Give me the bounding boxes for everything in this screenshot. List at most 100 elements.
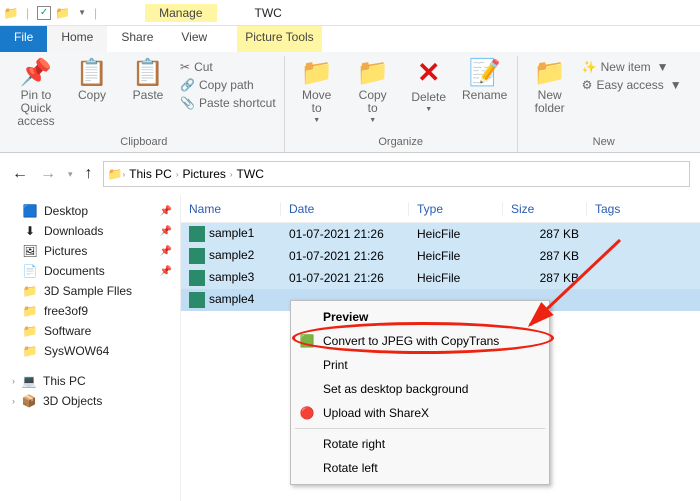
tab-picture-tools[interactable]: Picture Tools <box>237 26 321 52</box>
chevron-icon: › <box>12 376 15 386</box>
pin-icon: 📌 <box>160 206 172 217</box>
chevron-icon: › <box>12 396 15 406</box>
nav-icon: 📁 <box>22 344 38 358</box>
cut-button[interactable]: ✂Cut <box>180 60 276 74</box>
tab-home[interactable]: Home <box>47 26 107 52</box>
nav-label: Desktop <box>44 204 88 218</box>
easy-access-button[interactable]: ⚙Easy access▼ <box>582 78 682 92</box>
label: Paste <box>133 89 164 102</box>
nav-item[interactable]: 📁3D Sample Flles <box>4 281 176 301</box>
crumb[interactable]: Pictures <box>179 167 230 181</box>
new-folder-button[interactable]: 📁 New folder <box>526 58 574 115</box>
properties-icon[interactable]: ✓ <box>37 6 51 20</box>
nav-label: free3of9 <box>44 304 88 318</box>
qat-dropdown-icon[interactable]: ▼ <box>78 8 86 17</box>
nav-item[interactable]: ⬇Downloads📌 <box>4 221 176 241</box>
col-size[interactable]: Size <box>503 202 587 216</box>
label: New item <box>601 60 651 74</box>
menu-item-set-desktop-bg[interactable]: Set as desktop background <box>293 377 547 401</box>
file-row[interactable]: sample201-07-2021 21:26HeicFile287 KB <box>181 245 700 267</box>
file-date: 01-07-2021 21:26 <box>281 271 409 285</box>
nav-icon: 📁 <box>22 284 38 298</box>
copy-icon: 📋 <box>76 58 108 87</box>
nav-icon: 📁 <box>22 324 38 338</box>
app-icon: 📁 <box>0 6 22 20</box>
col-tags[interactable]: Tags <box>587 202 647 216</box>
delete-button[interactable]: ✕ Delete ▼ <box>405 58 453 114</box>
nav-icon: 🟦 <box>22 204 38 218</box>
nav-item[interactable]: 📁SysWOW64 <box>4 341 176 361</box>
crumb[interactable]: TWC <box>233 167 268 181</box>
label: Print <box>323 358 348 372</box>
paste-shortcut-button[interactable]: 📎Paste shortcut <box>180 96 276 110</box>
tab-share[interactable]: Share <box>107 26 167 52</box>
forward-button[interactable]: → <box>38 165 58 183</box>
col-date[interactable]: Date <box>281 202 409 216</box>
nav-label: Pictures <box>44 244 87 258</box>
back-button[interactable]: ← <box>10 165 30 183</box>
scissors-icon: ✂ <box>180 60 190 74</box>
nav-item[interactable]: 📁free3of9 <box>4 301 176 321</box>
label: Convert to JPEG with CopyTrans <box>323 334 499 348</box>
pin-icon: 📌 <box>160 226 172 237</box>
chevron-down-icon: ▼ <box>425 106 432 114</box>
folder-icon: 📁 <box>533 58 565 87</box>
nav-item[interactable]: 📄Documents📌 <box>4 261 176 281</box>
menu-item-print[interactable]: Print <box>293 353 547 377</box>
file-icon <box>189 270 205 286</box>
paste-button[interactable]: 📋 Paste <box>124 58 172 102</box>
column-headers: Name Date Type Size Tags <box>181 195 700 223</box>
copy-to-button[interactable]: 📁 Copy to ▼ <box>349 58 397 125</box>
manage-context-tab[interactable]: Manage <box>145 4 216 22</box>
address-bar[interactable]: 📁 › This PC › Pictures › TWC <box>103 161 690 187</box>
nav-label: 3D Objects <box>43 394 102 408</box>
col-name[interactable]: Name <box>181 202 281 216</box>
file-row[interactable]: sample301-07-2021 21:26HeicFile287 KB <box>181 267 700 289</box>
file-type: HeicFile <box>409 227 503 241</box>
file-name: sample3 <box>209 270 254 284</box>
navigation-pane[interactable]: 🟦Desktop📌⬇Downloads📌🖼Pictures📌📄Documents… <box>0 195 180 501</box>
move-to-button[interactable]: 📁 Move to ▼ <box>293 58 341 125</box>
menu-item-rotate-left[interactable]: Rotate left <box>293 456 547 480</box>
file-icon <box>189 226 205 242</box>
nav-item[interactable]: 📁 Software <box>4 321 176 341</box>
nav-icon: 🖼 <box>22 244 38 258</box>
menu-item-convert-jpeg[interactable]: 🟩 Convert to JPEG with CopyTrans <box>293 329 547 353</box>
crumb[interactable]: This PC <box>125 167 176 181</box>
menu-item-rotate-right[interactable]: Rotate right <box>293 432 547 456</box>
nav-item[interactable]: ›💻This PC <box>4 371 176 391</box>
new-item-button[interactable]: ✨New item▼ <box>582 60 682 74</box>
tab-view[interactable]: View <box>167 26 221 52</box>
label: Upload with ShareX <box>323 406 429 420</box>
label: Rotate left <box>323 461 378 475</box>
file-row[interactable]: sample101-07-2021 21:26HeicFile287 KB <box>181 223 700 245</box>
ribbon-tabs: File Home Share View Picture Tools <box>0 26 700 52</box>
nav-item[interactable]: ›📦3D Objects <box>4 391 176 411</box>
up-button[interactable]: ↑ <box>83 165 95 183</box>
convert-icon: 🟩 <box>299 334 315 348</box>
copy-button[interactable]: 📋 Copy <box>68 58 116 102</box>
copy-path-button[interactable]: 🔗Copy path <box>180 78 276 92</box>
file-date: 01-07-2021 21:26 <box>281 227 409 241</box>
file-size: 287 KB <box>503 271 587 285</box>
label: Pin to Quick access <box>12 89 60 129</box>
nav-icon: 💻 <box>21 374 37 388</box>
pin-to-quick-access-button[interactable]: 📌 Pin to Quick access <box>12 58 60 128</box>
menu-item-upload-sharex[interactable]: 🔴 Upload with ShareX <box>293 401 547 425</box>
tab-file[interactable]: File <box>0 26 47 52</box>
label: Copy <box>78 89 106 102</box>
sharex-icon: 🔴 <box>299 406 315 420</box>
paste-icon: 📋 <box>132 58 164 87</box>
menu-item-preview[interactable]: Preview <box>293 305 547 329</box>
rename-button[interactable]: 📝 Rename <box>461 58 509 102</box>
qat-folder-icon[interactable]: 📁 <box>55 6 70 20</box>
col-type[interactable]: Type <box>409 202 503 216</box>
chevron-down-icon: ▼ <box>670 78 682 92</box>
file-type: HeicFile <box>409 249 503 263</box>
nav-icon: ⬇ <box>22 224 38 238</box>
nav-item[interactable]: 🖼Pictures📌 <box>4 241 176 261</box>
history-dropdown[interactable]: ▾ <box>66 169 75 180</box>
nav-item[interactable]: 🟦 Desktop 📌 <box>4 201 176 221</box>
shortcut-icon: 📎 <box>180 96 195 110</box>
nav-label: Software <box>44 324 91 338</box>
